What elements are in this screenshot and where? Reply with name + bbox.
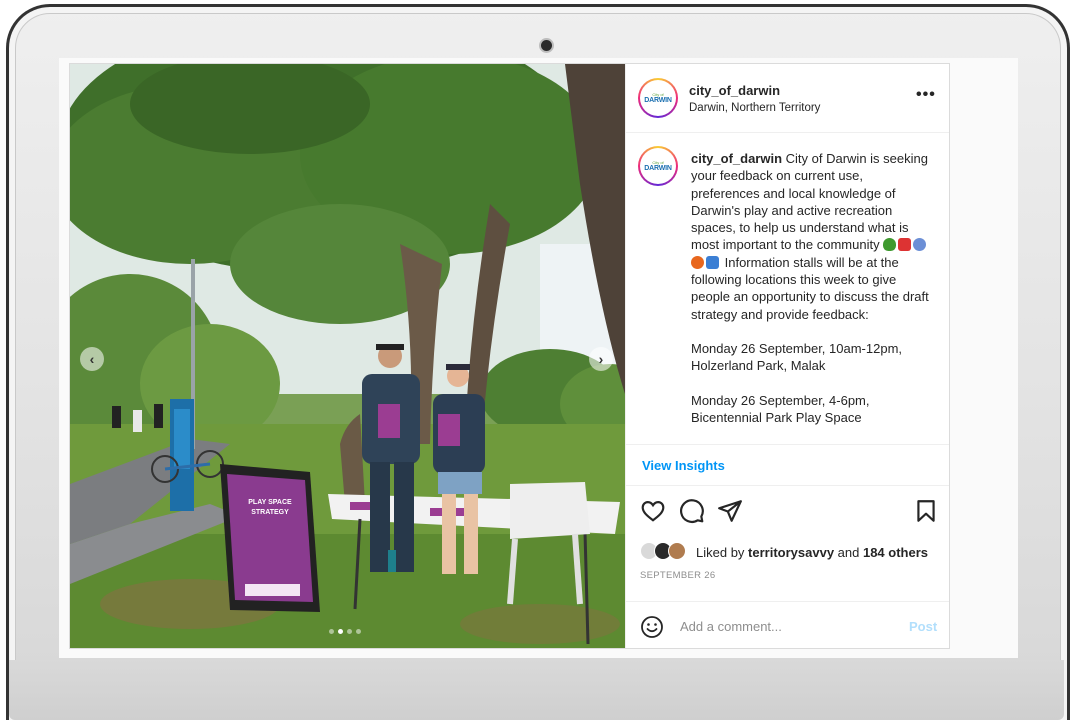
heart-icon[interactable] <box>640 498 666 524</box>
post-header: City of DARWIN city_of_darwin Darwin, No… <box>626 64 949 133</box>
smiley-icon[interactable] <box>640 615 664 639</box>
post-comment-button[interactable]: Post <box>909 619 937 634</box>
profile-avatar[interactable]: City of DARWIN <box>638 78 678 118</box>
carousel-dot <box>347 629 352 634</box>
photo-illustration: PLAY SPACE STRATEGY <box>70 64 625 648</box>
likes-prefix: Liked by <box>696 545 749 560</box>
post-actions <box>626 494 949 530</box>
laptop-screen: PLAY SPACE STRATEGY ‹ › City of DARWIN c… <box>59 58 1018 658</box>
carousel-dot <box>329 629 334 634</box>
basketball-emoji-icon <box>691 255 704 269</box>
bandage-emoji-icon <box>706 255 719 269</box>
comment-bar: Post <box>626 601 949 648</box>
view-insights-link[interactable]: View Insights <box>642 458 725 473</box>
comment-icon[interactable] <box>679 498 705 524</box>
insights-bar: View Insights <box>626 444 949 486</box>
racket-emoji-icon <box>913 238 927 252</box>
instagram-post: PLAY SPACE STRATEGY ‹ › City of DARWIN c… <box>69 63 950 649</box>
carousel-prev-button[interactable]: ‹ <box>80 347 104 371</box>
caption-username[interactable]: city_of_darwin <box>691 151 782 166</box>
share-icon[interactable] <box>717 498 743 524</box>
sign-line1: PLAY SPACE <box>248 499 292 506</box>
avatar-logo: City of DARWIN <box>640 148 676 184</box>
more-options-button[interactable]: ••• <box>916 86 936 104</box>
avatar-logo: City of DARWIN <box>640 80 676 116</box>
liker-username[interactable]: territorysavvy <box>748 545 834 560</box>
avatar-logo-text: DARWIN <box>644 97 672 104</box>
post-location[interactable]: Darwin, Northern Territory <box>689 102 820 114</box>
carousel-next-button[interactable]: › <box>589 347 613 371</box>
caption-after-emoji: Information stalls will be at the follow… <box>691 254 929 322</box>
caption-event-2: Monday 26 September, 4-6pm, Bicentennial… <box>691 392 870 425</box>
post-photo[interactable]: PLAY SPACE STRATEGY ‹ › <box>70 64 625 648</box>
caption-avatar[interactable]: City of DARWIN <box>638 146 678 186</box>
likes-summary: Liked by territorysavvy and 184 others <box>696 545 928 560</box>
post-caption: city_of_darwin City of Darwin is seeking… <box>691 150 931 443</box>
post-username[interactable]: city_of_darwin <box>689 83 780 98</box>
post-date[interactable]: SEPTEMBER 26 <box>640 570 715 581</box>
carousel-dot <box>356 629 361 634</box>
carousel-dots <box>329 629 361 634</box>
caption-scroll-area[interactable]: City of DARWIN city_of_darwin City of Da… <box>626 134 949 444</box>
tree-emoji-icon <box>883 238 897 252</box>
caption-paragraph: city_of_darwin City of Darwin is seeking… <box>691 150 931 323</box>
avatar-logo-text: DARWIN <box>644 165 672 172</box>
sign-line2: STRATEGY <box>251 509 289 516</box>
likes-row: Liked by territorysavvy and 184 others <box>640 542 940 562</box>
likes-middle: and <box>834 545 863 560</box>
bookmark-icon[interactable] <box>913 498 939 524</box>
likes-others-link[interactable]: 184 others <box>863 545 928 560</box>
comment-input[interactable] <box>680 616 900 636</box>
liker-avatar <box>668 542 686 560</box>
webcam <box>541 40 552 51</box>
liker-avatars[interactable] <box>640 542 692 562</box>
carousel-dot-active <box>338 629 343 634</box>
laptop-bottom-bezel <box>9 660 1064 720</box>
post-side-panel: City of DARWIN city_of_darwin Darwin, No… <box>625 64 949 648</box>
caption-intro: City of Darwin is seeking your feedback … <box>691 151 928 253</box>
caption-event-1: Monday 26 September, 10am-12pm, Holzerla… <box>691 340 903 374</box>
shoes-emoji-icon <box>898 238 912 252</box>
